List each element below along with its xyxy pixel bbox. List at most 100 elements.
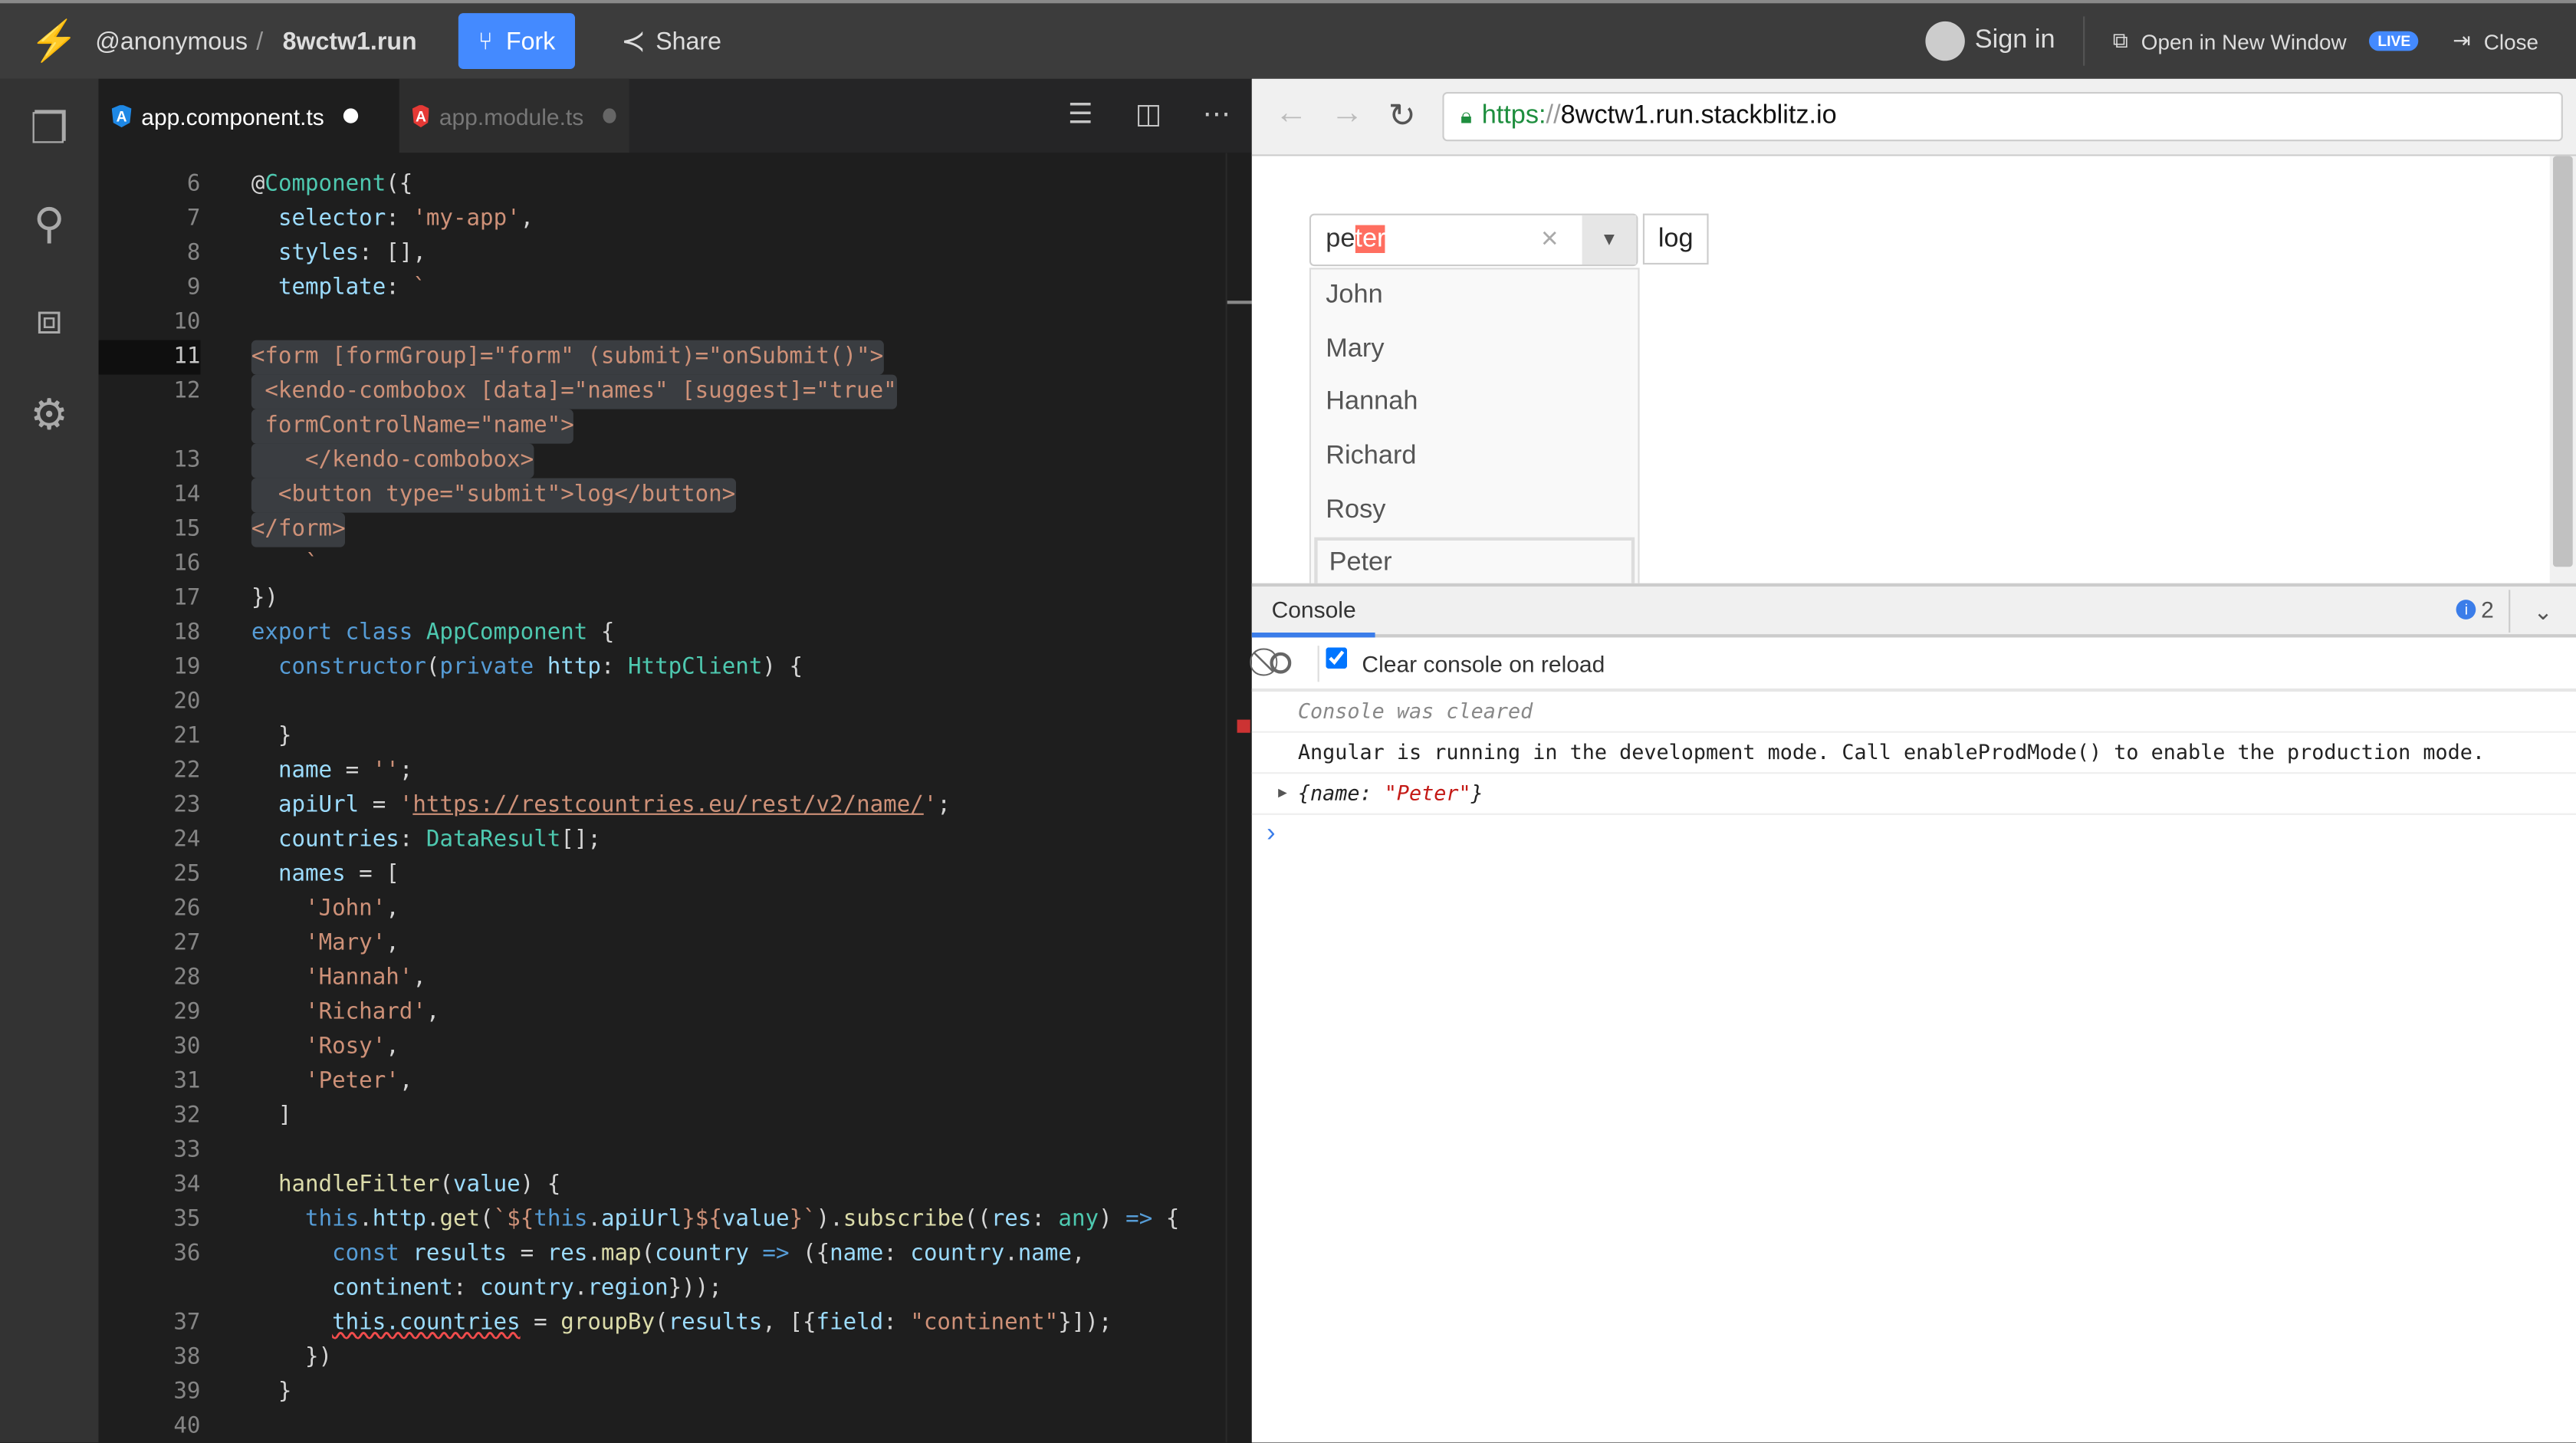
code-token: "continent"	[910, 1309, 1059, 1336]
code-line[interactable]: 13 </kendo-combobox>	[99, 443, 1226, 478]
reload-icon[interactable]: ↻	[1388, 95, 1416, 136]
combobox-input[interactable]: peter	[1326, 225, 1386, 255]
code-line[interactable]: 35 this.http.get(`${this.apiUrl}${value}…	[99, 1203, 1226, 1238]
code-line[interactable]: 22 name = '';	[99, 754, 1226, 789]
code-line[interactable]: 27 'Mary',	[99, 927, 1226, 961]
gear-icon[interactable]: ⚙	[23, 388, 76, 441]
code-line[interactable]: 9 template: `	[99, 271, 1226, 306]
code-line[interactable]: 24 countries: DataResult[];	[99, 823, 1226, 858]
combobox-option[interactable]: Hannah	[1311, 377, 1638, 431]
code-token: template	[278, 274, 386, 301]
project-name[interactable]: 8wctw1.run	[283, 3, 417, 79]
name-combobox[interactable]: peter × ▼	[1309, 213, 1638, 267]
code-line[interactable]: 40	[99, 1410, 1226, 1443]
code-line[interactable]: 21 }	[99, 720, 1226, 754]
info-count-badge[interactable]: i 2	[2456, 597, 2494, 623]
code-line[interactable]: 19 constructor(private http: HttpClient)…	[99, 651, 1226, 685]
code-text: this.http.get(`${this.apiUrl}${value}`).…	[251, 1203, 1179, 1238]
code-line[interactable]: 6 @Component({	[99, 168, 1226, 202]
console-toolbar: ⃠ Clear console on reload	[1251, 637, 2576, 692]
code-line[interactable]: 33	[99, 1134, 1226, 1169]
code-line[interactable]: 7 selector: 'my-app',	[99, 202, 1226, 237]
url-bar[interactable]: 🔒︎ https://8wctw1.run.stackblitz.io	[1442, 92, 2563, 142]
line-number: 14	[173, 481, 201, 508]
preview-scrollbar[interactable]	[2549, 156, 2576, 583]
code-line[interactable]: 39 }	[99, 1376, 1226, 1410]
owner-link[interactable]: @anonymous	[95, 3, 248, 79]
code-line[interactable]: 10	[99, 306, 1226, 340]
dropdown-toggle[interactable]: ▼	[1582, 215, 1637, 265]
tab-app-component[interactable]: A app.component.ts	[98, 78, 399, 153]
combobox-option[interactable]: John	[1311, 269, 1638, 323]
code-token: ''	[372, 757, 399, 784]
code-line[interactable]: 16 `	[99, 547, 1226, 582]
console-prompt[interactable]: ›	[1252, 815, 2576, 854]
search-icon[interactable]: ⚲	[23, 197, 76, 250]
code-line[interactable]: 14 <button type="submit">log</button>	[99, 478, 1226, 513]
combobox-option[interactable]: Richard	[1311, 431, 1638, 485]
code-editor[interactable]: 6 @Component({7 selector: 'my-app', 8 styl…	[98, 153, 1252, 1443]
code-line[interactable]: 15 </form>	[99, 512, 1226, 547]
collapse-chevron-icon[interactable]: ⌄	[2509, 590, 2576, 633]
code-line[interactable]: 17})	[99, 582, 1226, 616]
code-line[interactable]: continent: country.region}));	[99, 1272, 1226, 1307]
code-line[interactable]: 26 'John',	[99, 892, 1226, 927]
code-token: =	[520, 1309, 561, 1336]
more-actions-icon[interactable]: ⋯	[1203, 99, 1230, 132]
code-token: this	[534, 1205, 588, 1233]
code-line[interactable]: 36 const results = res.map(country => ({…	[99, 1238, 1226, 1272]
clear-on-reload-checkbox[interactable]	[1326, 647, 1348, 669]
code-line[interactable]: 8 styles: [],	[99, 237, 1226, 271]
log-button[interactable]: log	[1642, 213, 1709, 265]
code-line[interactable]: 18 export class AppComponent {	[99, 616, 1226, 651]
code-token: value	[721, 1205, 790, 1233]
share-button[interactable]: ≺ Share	[621, 3, 721, 79]
sign-in-button[interactable]: Sign in	[1925, 3, 2055, 79]
tab-app-module[interactable]: A app.module.ts	[399, 78, 629, 153]
code-line[interactable]: 37 this.countries = groupBy(results, [{f…	[99, 1307, 1226, 1341]
fork-button[interactable]: ⑂ Fork	[458, 13, 576, 70]
logged-object[interactable]: ▶ {name: "Peter"}	[1251, 774, 2576, 815]
code-token: ,	[386, 929, 399, 957]
code-token: (	[480, 1205, 494, 1233]
tab-console[interactable]: Console	[1251, 587, 1376, 638]
code-token: {	[1152, 1205, 1180, 1233]
code-line[interactable]: 29 'Richard',	[99, 996, 1226, 1030]
code-line[interactable]: 30 'Rosy',	[99, 1030, 1226, 1065]
code-line[interactable]: 20	[99, 685, 1226, 720]
format-icon[interactable]: ☰	[1068, 99, 1093, 132]
stackblitz-bolt-icon[interactable]: ⚡	[30, 3, 79, 79]
code-line[interactable]: 11 <form [formGroup]="form" (submit)="onS…	[98, 340, 1226, 375]
unsaved-dot-icon[interactable]	[343, 108, 359, 123]
code-line[interactable]: 34 handleFilter(value) {	[99, 1169, 1226, 1203]
code-line[interactable]: 32 ]	[99, 1100, 1226, 1134]
code-line[interactable]: 28 'Hannah',	[99, 961, 1226, 996]
close-button[interactable]: ⇥ Close	[2453, 3, 2538, 79]
combobox-option[interactable]: Mary	[1311, 323, 1638, 376]
code-line[interactable]: 38 })	[99, 1341, 1226, 1376]
scroll-thumb[interactable]	[2553, 156, 2573, 567]
combobox-option[interactable]: Peter	[1314, 537, 1635, 583]
open-new-window-button[interactable]: ⧉ Open in New Window LIVE	[2113, 3, 2419, 79]
combobox-option[interactable]: Rosy	[1311, 485, 1638, 538]
code-line[interactable]: formControlName="name">	[99, 409, 1226, 444]
back-arrow-icon[interactable]: ←	[1275, 95, 1308, 133]
line-number: 35	[173, 1205, 201, 1233]
clear-icon[interactable]: ×	[1541, 222, 1559, 256]
editor-scrollbar[interactable]	[1225, 153, 1252, 1443]
code-line[interactable]: 23 apiUrl = 'https://restcountries.eu/re…	[99, 789, 1226, 823]
extensions-icon[interactable]: ⧈	[23, 292, 76, 345]
files-icon[interactable]: ❐	[23, 102, 76, 155]
code-token: '	[923, 791, 938, 819]
unsaved-dot-icon[interactable]	[603, 108, 616, 123]
code-token: http	[547, 653, 601, 681]
code-line[interactable]: 31 'Peter',	[99, 1065, 1226, 1100]
split-editor-icon[interactable]: ◫	[1135, 99, 1162, 132]
code-line[interactable]: 25 names = [	[99, 858, 1226, 892]
expand-triangle-icon[interactable]: ▶	[1278, 774, 1287, 813]
forward-arrow-icon[interactable]: →	[1331, 95, 1364, 133]
code-line[interactable]: 12 <kendo-combobox [data]="names" [sugge…	[99, 374, 1226, 409]
